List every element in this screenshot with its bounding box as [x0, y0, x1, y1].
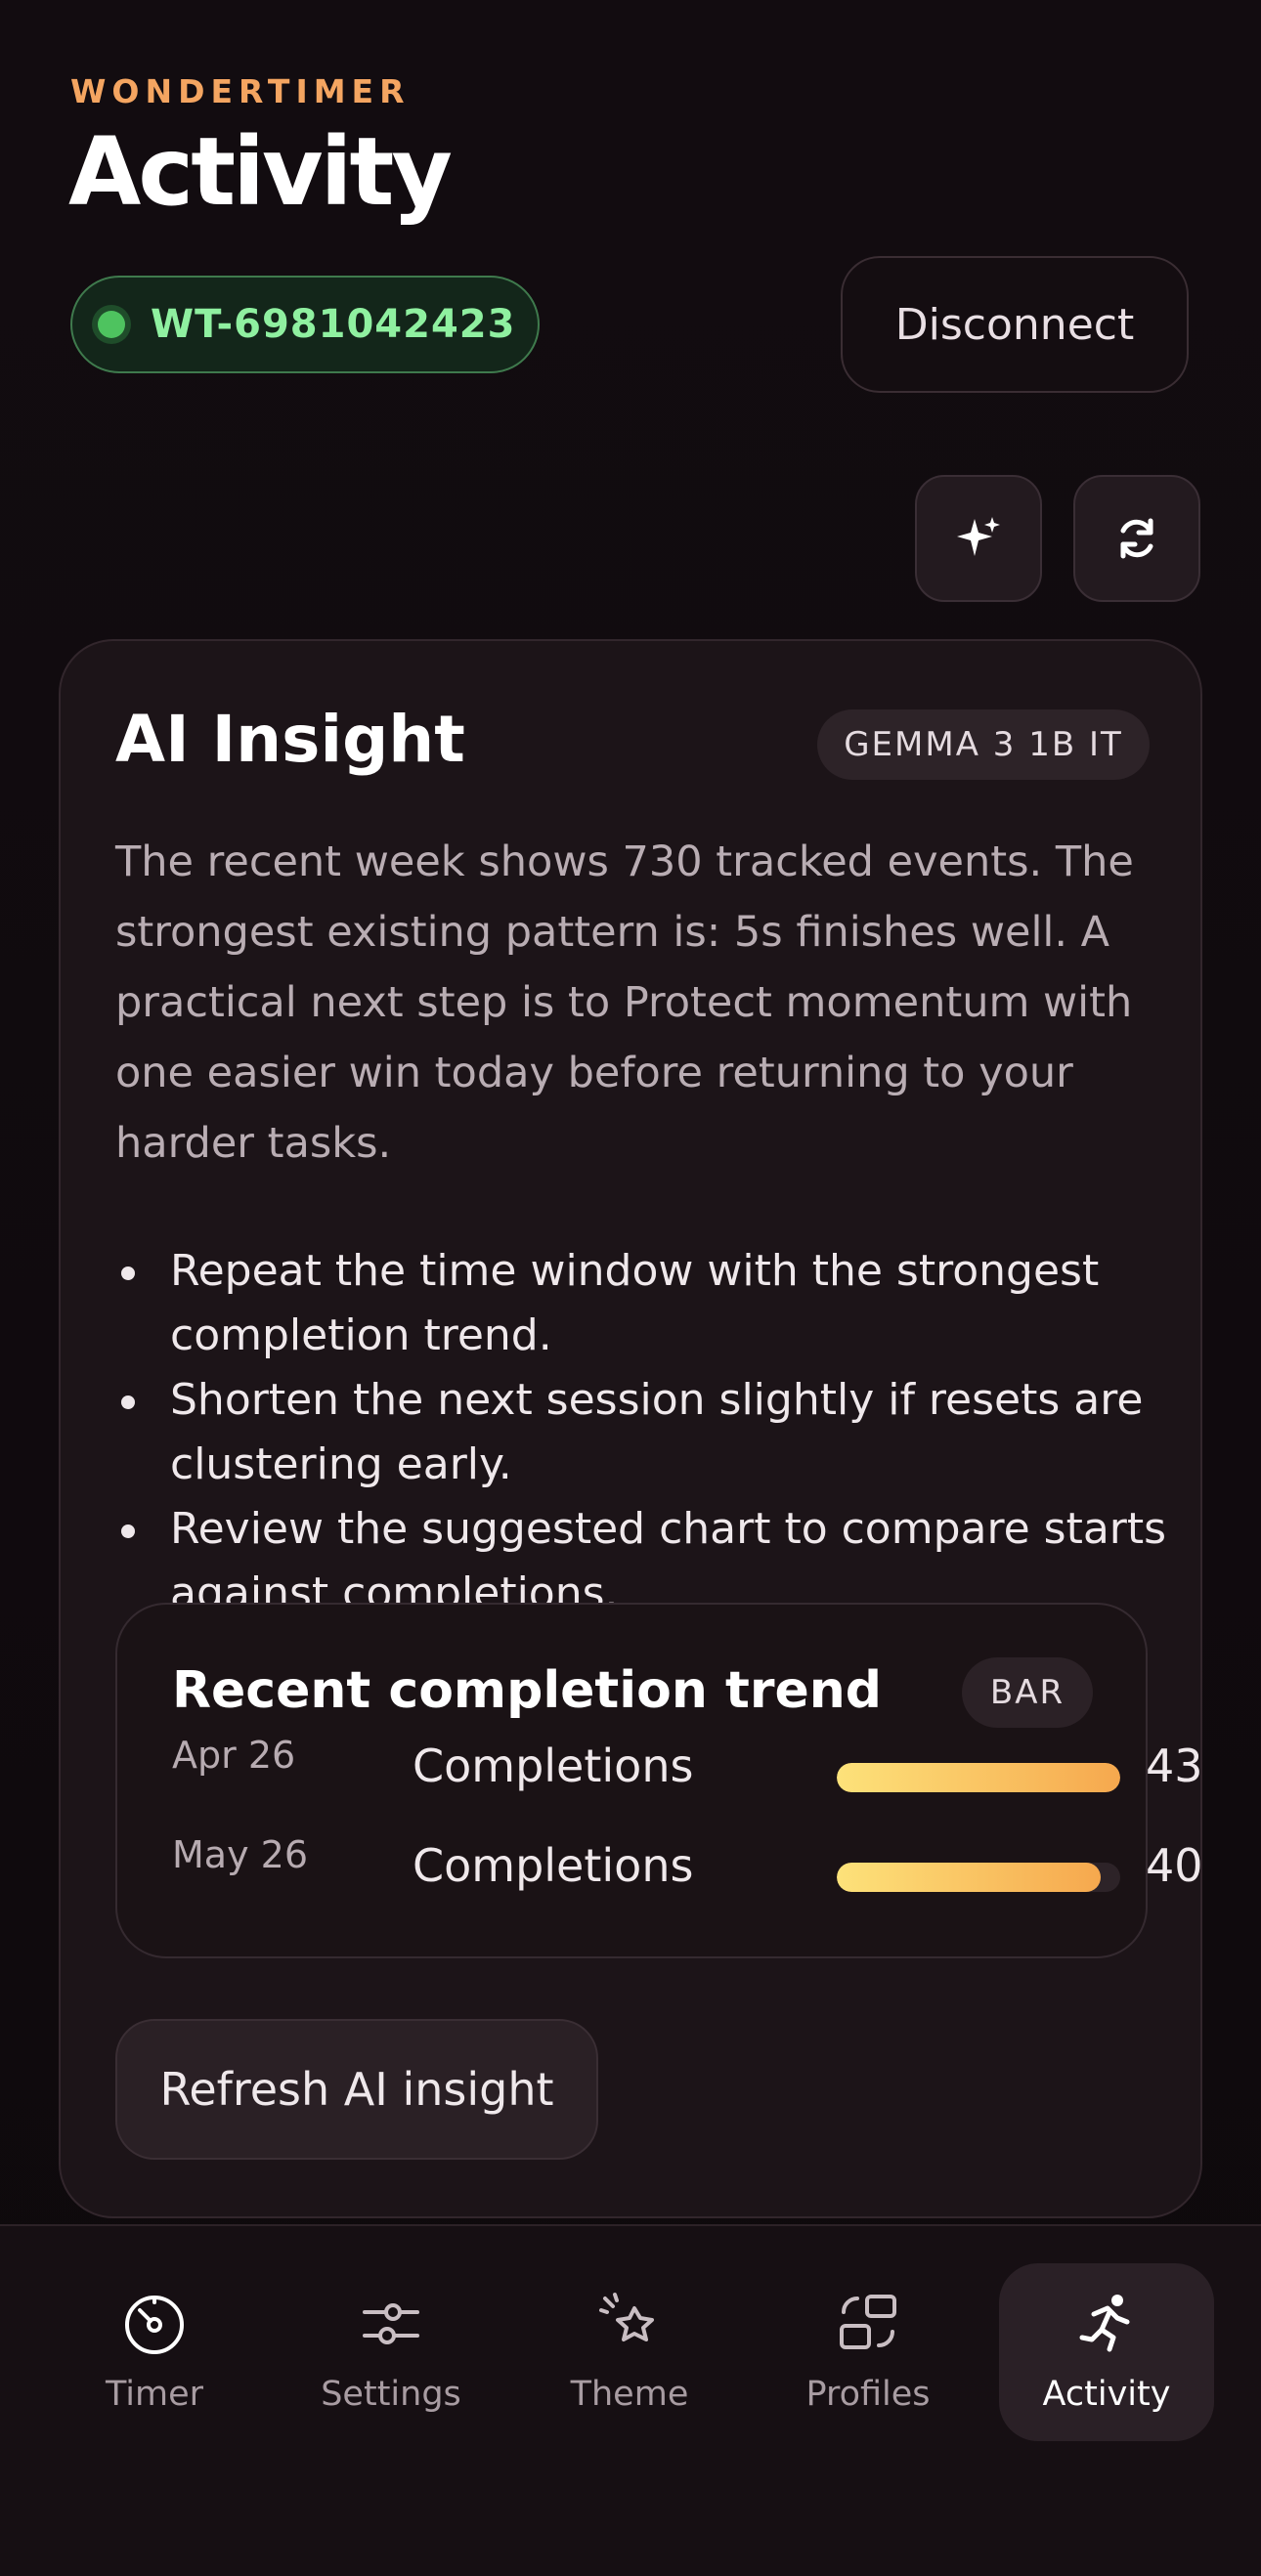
data-label: 43: [1146, 1739, 1202, 1792]
category-label: Apr 26: [172, 1734, 296, 1777]
category-label: May 26: [172, 1833, 308, 1876]
nav-label: Theme: [570, 2375, 689, 2414]
theme-icon: [599, 2293, 654, 2341]
list-item: Shorten the next session slightly if res…: [115, 1368, 1171, 1497]
completion-chart: Recent completion trend BAR Apr 26 Compl…: [115, 1603, 1200, 1958]
insight-title: AI Insight: [115, 702, 465, 777]
bar-track: [837, 1763, 1120, 1792]
app-brand: WONDERTIMER: [70, 72, 411, 110]
chart-row: Apr 26 Completions 43: [172, 1734, 1200, 1796]
connected-dot-icon: [98, 311, 125, 338]
nav-label: Settings: [321, 2375, 461, 2414]
disconnect-button[interactable]: Disconnect: [841, 256, 1189, 393]
bar-track: [837, 1863, 1120, 1892]
refresh-icon: [1120, 518, 1153, 559]
nav-label: Timer: [105, 2375, 204, 2414]
device-id: WT-6981042423: [151, 302, 516, 347]
activity-icon: [1079, 2295, 1130, 2352]
series-label: Completions: [413, 1739, 694, 1792]
series-label: Completions: [413, 1839, 694, 1892]
ai-suggest-button[interactable]: [915, 475, 1042, 602]
activity-screen: WONDERTIMER Activity WT-6981042423 Disco…: [0, 0, 1261, 2576]
nav-item-activity[interactable]: Activity: [999, 2263, 1214, 2441]
bar: [837, 1763, 1120, 1792]
nav-label: Activity: [1042, 2375, 1171, 2414]
chart-title: Recent completion trend: [172, 1661, 882, 1720]
nav-label: Profiles: [805, 2375, 931, 2414]
nav-item-timer[interactable]: Timer: [47, 2263, 262, 2441]
ai-insight-card: AI Insight GEMMA 3 1B IT The recent week…: [59, 639, 1202, 2218]
sliders-icon: [363, 2303, 419, 2344]
nav-item-theme[interactable]: Theme: [522, 2263, 737, 2441]
page-title: Activity: [68, 117, 453, 227]
chart-row: May 26 Completions 40: [172, 1833, 1200, 1896]
data-label: 40: [1146, 1839, 1202, 1892]
insight-tips: Repeat the time window with the stronges…: [115, 1239, 1171, 1626]
refresh-button[interactable]: [1073, 475, 1200, 602]
nav-item-profiles[interactable]: Profiles: [761, 2263, 976, 2441]
profiles-icon: [840, 2295, 896, 2349]
nav-item-settings[interactable]: Settings: [283, 2263, 499, 2441]
model-badge: GEMMA 3 1B IT: [817, 709, 1150, 780]
timer-icon: [125, 2296, 184, 2354]
bar: [837, 1863, 1101, 1892]
sparkle-icon: [957, 517, 1000, 556]
insight-summary: The recent week shows 730 tracked events…: [115, 837, 1134, 1168]
device-status-pill: WT-6981042423: [70, 276, 540, 373]
refresh-insight-button[interactable]: Refresh AI insight: [115, 2019, 598, 2160]
bottom-nav: Timer Settings Theme Profiles Activity: [0, 2224, 1261, 2576]
list-item: Repeat the time window with the stronges…: [115, 1239, 1171, 1368]
chart-type-badge: BAR: [962, 1657, 1093, 1728]
